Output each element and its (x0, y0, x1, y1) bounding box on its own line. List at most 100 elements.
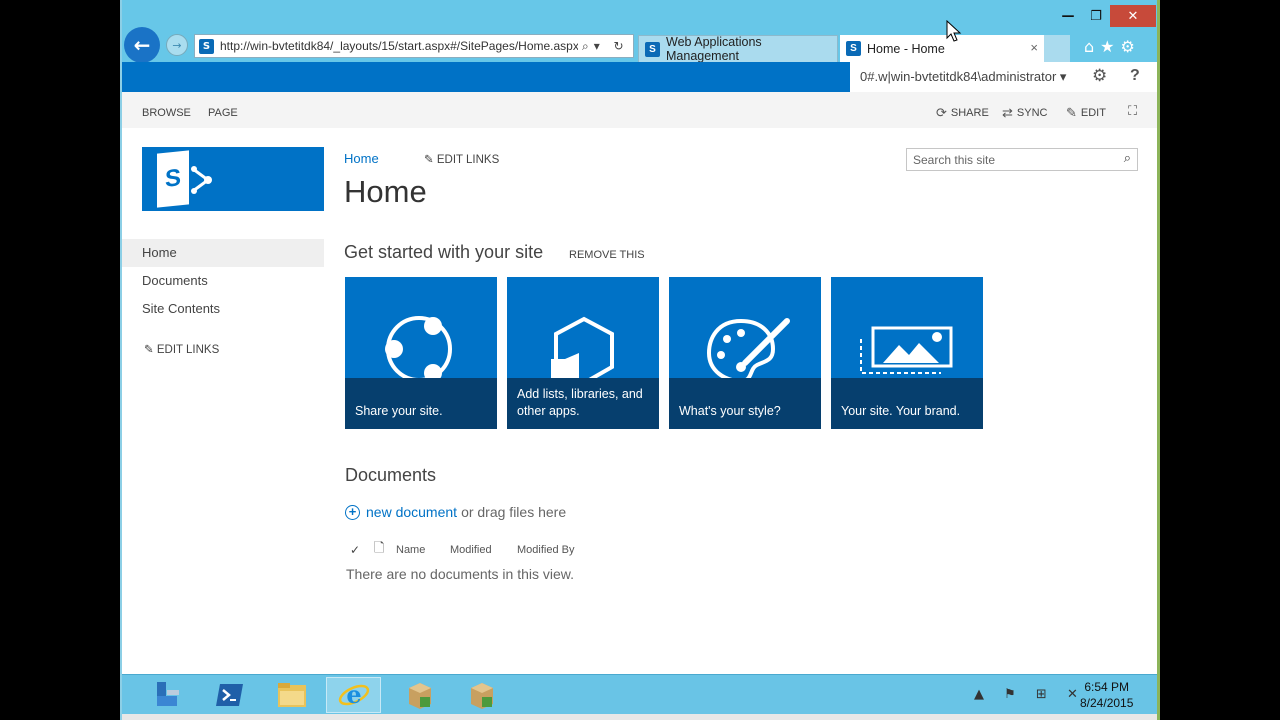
sharepoint-favicon-icon: S (645, 41, 660, 57)
sync-button[interactable]: ⇄ SYNC (1002, 105, 1047, 121)
share-icon: ⟳ (936, 105, 947, 120)
bottom-edge (122, 714, 1157, 720)
focus-on-content-button[interactable]: ⛶ (1128, 103, 1137, 119)
help-icon[interactable]: ? (1130, 67, 1140, 85)
taskbar-clock[interactable]: 6:54 PM 8/24/2015 (1080, 679, 1133, 711)
svg-text:e: e (346, 680, 361, 709)
new-document-row: + new document or drag files here (345, 504, 566, 520)
ribbon-tab-browse[interactable]: BROWSE (142, 107, 191, 119)
tile-whats-your-style[interactable]: What's your style? (669, 277, 821, 429)
tile-label: What's your style? (679, 404, 781, 418)
column-modified-by[interactable]: Modified By (517, 544, 574, 556)
breadcrumb-home[interactable]: Home (344, 151, 379, 166)
focus-icon: ⛶ (1128, 103, 1138, 118)
maximize-button[interactable]: ❐ (1082, 5, 1110, 27)
browser-tab-web-applications[interactable]: S Web Applications Management (638, 35, 838, 63)
screen: — ❐ ✕ ← → S http://win-bvtetitdk84/_layo… (120, 0, 1160, 720)
clock-date: 8/24/2015 (1080, 696, 1134, 710)
new-document-link[interactable]: new document (366, 504, 457, 520)
address-url[interactable]: http://win-bvtetitdk84/_layouts/15/start… (220, 39, 578, 53)
tile-label: Add lists, libraries, and other apps. (517, 387, 643, 418)
new-tab-button[interactable] (1044, 35, 1070, 62)
select-all-check-icon[interactable]: ✓ (350, 543, 374, 557)
address-bar[interactable]: S http://win-bvtetitdk84/_layouts/15/sta… (194, 34, 634, 58)
sharepoint-logo-icon: S (157, 150, 189, 208)
picture-icon (860, 326, 953, 374)
quick-launch: Home Documents Site Contents (122, 239, 324, 323)
documents-title[interactable]: Documents (345, 465, 436, 486)
getting-started-title: Get started with your site (344, 242, 544, 262)
document-list-header: ✓ 🗋 Name Modified Modified By (350, 539, 574, 561)
minimize-button[interactable]: — (1054, 5, 1082, 27)
pencil-icon: ✎ (1066, 105, 1077, 120)
sharepoint-favicon-icon: S (846, 41, 861, 56)
column-modified[interactable]: Modified (450, 544, 517, 556)
ribbon-tab-page[interactable]: PAGE (208, 107, 238, 119)
sharepoint-favicon-icon: S (199, 38, 214, 54)
search-icon[interactable]: ⌕ (1124, 151, 1131, 166)
tile-add-apps[interactable]: Add lists, libraries, and other apps. (507, 277, 659, 429)
tile-label: Share your site. (355, 404, 443, 418)
suite-bar (122, 62, 850, 92)
tile-share-your-site[interactable]: Share your site. (345, 277, 497, 429)
user-menu[interactable]: 0#.w|win-bvtetitdk84\administrator ▾ (860, 69, 1066, 85)
settings-gear-icon[interactable]: ⚙ (1092, 66, 1107, 86)
palette-icon (706, 318, 790, 378)
tab-label: Home - Home (867, 41, 945, 56)
server-manager-taskbar-button[interactable] (140, 677, 195, 713)
nav-item-home[interactable]: Home (122, 239, 324, 267)
internet-explorer-taskbar-button[interactable]: e (326, 677, 381, 713)
add-circle-icon[interactable]: + (345, 504, 360, 520)
setup-app-taskbar-button-2[interactable] (454, 677, 509, 713)
search-input[interactable] (907, 149, 1107, 171)
clock-time: 6:54 PM (1084, 680, 1130, 694)
file-explorer-taskbar-button[interactable] (264, 677, 319, 713)
top-edit-links[interactable]: ✎ EDIT LINKS (424, 152, 499, 166)
setup-app-taskbar-button-1[interactable] (392, 677, 447, 713)
edit-button[interactable]: ✎ EDIT (1066, 105, 1106, 121)
system-tray-icons[interactable]: ▲ ⚑ ⊞ ✕ (974, 687, 1086, 702)
nav-item-documents[interactable]: Documents (122, 267, 324, 295)
setup-package-icon (470, 683, 493, 709)
drag-files-text: or drag files here (461, 504, 567, 520)
apps-hexagon-icon (551, 316, 614, 378)
address-bar-icons[interactable]: ⌕▾ ↻ (582, 39, 629, 54)
forward-button[interactable]: → (166, 34, 188, 56)
search-box[interactable]: ⌕ (906, 148, 1138, 171)
nav-edit-links[interactable]: ✎ EDIT LINKS (144, 342, 219, 356)
folder-icon (277, 683, 306, 707)
back-button[interactable]: ← (124, 27, 160, 63)
browser-chrome: — ❐ ✕ ← → S http://win-bvtetitdk84/_layo… (122, 0, 1157, 63)
edit-label: EDIT (1080, 107, 1106, 119)
tab-label: Web Applications Management (666, 35, 762, 63)
suite-bar-user-area: 0#.w|win-bvtetitdk84\administrator ▾ ⚙ ? (850, 62, 1157, 92)
share-button[interactable]: ⟳ SHARE (936, 105, 989, 121)
taskbar: e ▲ ⚑ ⊞ ✕ 6:54 PM 8/24/2015 (122, 674, 1157, 714)
file-type-icon: 🗋 (374, 540, 385, 555)
ribbon: BROWSE PAGE ⟳ SHARE ⇄ SYNC ✎ EDIT ⛶ (122, 92, 1157, 128)
nav-edit-links-label: EDIT LINKS (156, 344, 220, 356)
remove-this-link[interactable]: REMOVE THIS (569, 249, 645, 261)
powershell-taskbar-button[interactable] (202, 677, 257, 713)
share-label: SHARE (950, 107, 989, 119)
internet-explorer-icon: e (338, 680, 369, 709)
page-title: Home (344, 174, 427, 209)
browser-tab-home[interactable]: S Home - Home × (840, 35, 1044, 62)
setup-package-icon (408, 683, 431, 709)
tile-label: Your site. Your brand. (841, 404, 961, 418)
share-icon (385, 316, 452, 378)
pencil-icon: ✎ (424, 154, 437, 166)
server-manager-icon (156, 682, 179, 706)
home-favorites-tools-icons[interactable]: ⌂★⚙ (1084, 37, 1141, 56)
empty-list-message: There are no documents in this view. (346, 566, 575, 582)
sync-label: SYNC (1016, 107, 1048, 119)
close-window-button[interactable]: ✕ (1110, 5, 1156, 27)
back-arrow-icon: ← (133, 33, 151, 57)
sharepoint-share-mark-icon (191, 166, 212, 194)
tab-close-icon[interactable]: × (1030, 40, 1038, 55)
nav-item-site-contents[interactable]: Site Contents (122, 295, 324, 323)
forward-arrow-icon: → (172, 38, 182, 52)
column-name[interactable]: Name (396, 544, 450, 556)
site-logo[interactable]: S (142, 147, 324, 211)
tile-your-brand[interactable]: Your site. Your brand. (831, 277, 983, 429)
